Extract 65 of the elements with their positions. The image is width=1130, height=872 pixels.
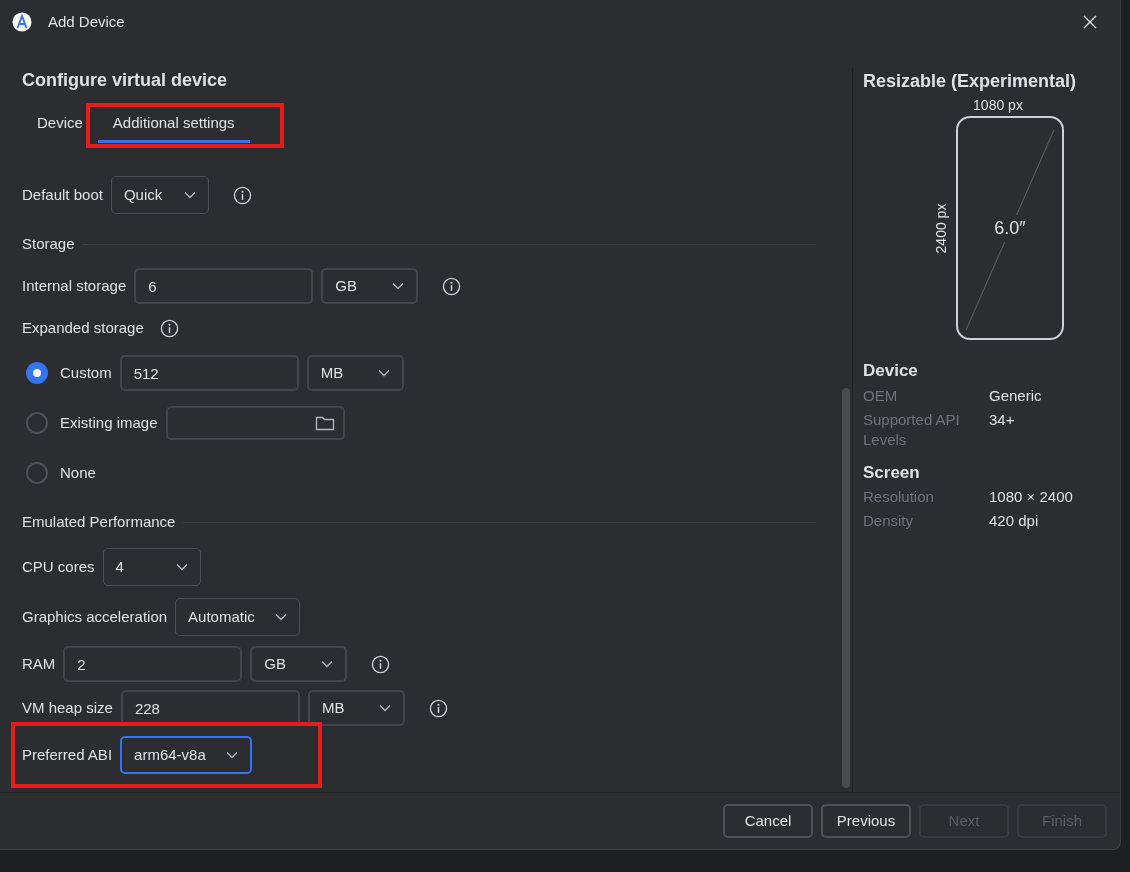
- tab[interactable]: Additional settings: [97, 106, 250, 143]
- page-heading: Configure virtual device: [22, 69, 229, 92]
- window-title: Add Device: [48, 11, 126, 32]
- unit-dropdown[interactable]: GB: [250, 646, 348, 682]
- chevron-down-icon: [378, 704, 391, 712]
- chevron-down-icon: [225, 751, 238, 759]
- spec-label: OEM: [863, 385, 899, 406]
- field-label: Custom: [60, 364, 112, 381]
- chevron-down-icon: [183, 191, 196, 199]
- spec-value: 34+: [989, 409, 1015, 430]
- dropdown[interactable]: Quick: [110, 176, 209, 214]
- field-label: Preferred ABI: [22, 744, 113, 765]
- footer-button[interactable]: Previous: [821, 804, 911, 838]
- spec-heading: Screen: [863, 461, 921, 484]
- footer-button[interactable]: Cancel: [723, 804, 813, 838]
- spec-value: 1080 × 2400: [989, 487, 1073, 507]
- field-label: Expanded storage: [22, 317, 144, 338]
- radio-button[interactable]: [26, 412, 48, 434]
- spec-label: Resolution: [863, 487, 935, 507]
- info-icon[interactable]: [428, 698, 448, 718]
- app-logo-icon: [12, 12, 32, 32]
- file-field[interactable]: [165, 406, 345, 440]
- tab[interactable]: Device: [22, 106, 98, 143]
- width-label: 1080 px: [973, 96, 1023, 115]
- number-field[interactable]: 512: [119, 355, 299, 391]
- number-field[interactable]: 2: [63, 646, 243, 682]
- chevron-down-icon: [377, 369, 390, 377]
- spec-value: 420 dpi: [989, 511, 1039, 531]
- section-title: Emulated Performance: [22, 511, 176, 532]
- diagonal-size: 6.0″: [994, 214, 1026, 242]
- spec-label: Supported API Levels: [863, 409, 961, 450]
- unit-dropdown[interactable]: MB: [306, 355, 404, 391]
- dropdown[interactable]: 4: [102, 548, 201, 586]
- chevron-down-icon: [392, 282, 405, 290]
- info-icon[interactable]: [232, 185, 252, 205]
- info-icon[interactable]: [371, 654, 391, 674]
- close-icon: [1083, 15, 1097, 29]
- spec-value: Generic: [989, 385, 1042, 406]
- chevron-down-icon: [321, 660, 334, 668]
- field-label: VM heap size: [22, 697, 113, 718]
- number-field[interactable]: 6: [134, 268, 314, 304]
- folder-icon[interactable]: [314, 415, 335, 431]
- radio-button[interactable]: [26, 462, 48, 484]
- section-title: Storage: [22, 233, 75, 254]
- field-label: Graphics acceleration: [22, 606, 168, 627]
- field-label: Existing image: [60, 414, 158, 431]
- radio-button[interactable]: [26, 362, 48, 384]
- field-label: None: [60, 464, 96, 481]
- info-icon[interactable]: [159, 318, 179, 338]
- preview-title: Resizable (Experimental): [863, 70, 1078, 93]
- field-label: Internal storage: [22, 275, 127, 296]
- info-icon[interactable]: [442, 276, 462, 296]
- unit-dropdown[interactable]: GB: [321, 268, 419, 304]
- spec-heading: Device: [863, 360, 919, 382]
- field-label: Default boot: [22, 184, 103, 205]
- field-label: RAM: [22, 653, 56, 674]
- unit-dropdown[interactable]: MB: [307, 690, 405, 726]
- chevron-down-icon: [274, 613, 287, 621]
- scrollbar[interactable]: [842, 388, 850, 788]
- dropdown[interactable]: arm64-v8a: [120, 736, 252, 774]
- spec-label: Density: [863, 511, 915, 531]
- field-label: CPU cores: [22, 556, 95, 577]
- chevron-down-icon: [175, 563, 188, 571]
- dropdown[interactable]: Automatic: [175, 598, 300, 636]
- height-label: 2400 px: [932, 202, 951, 255]
